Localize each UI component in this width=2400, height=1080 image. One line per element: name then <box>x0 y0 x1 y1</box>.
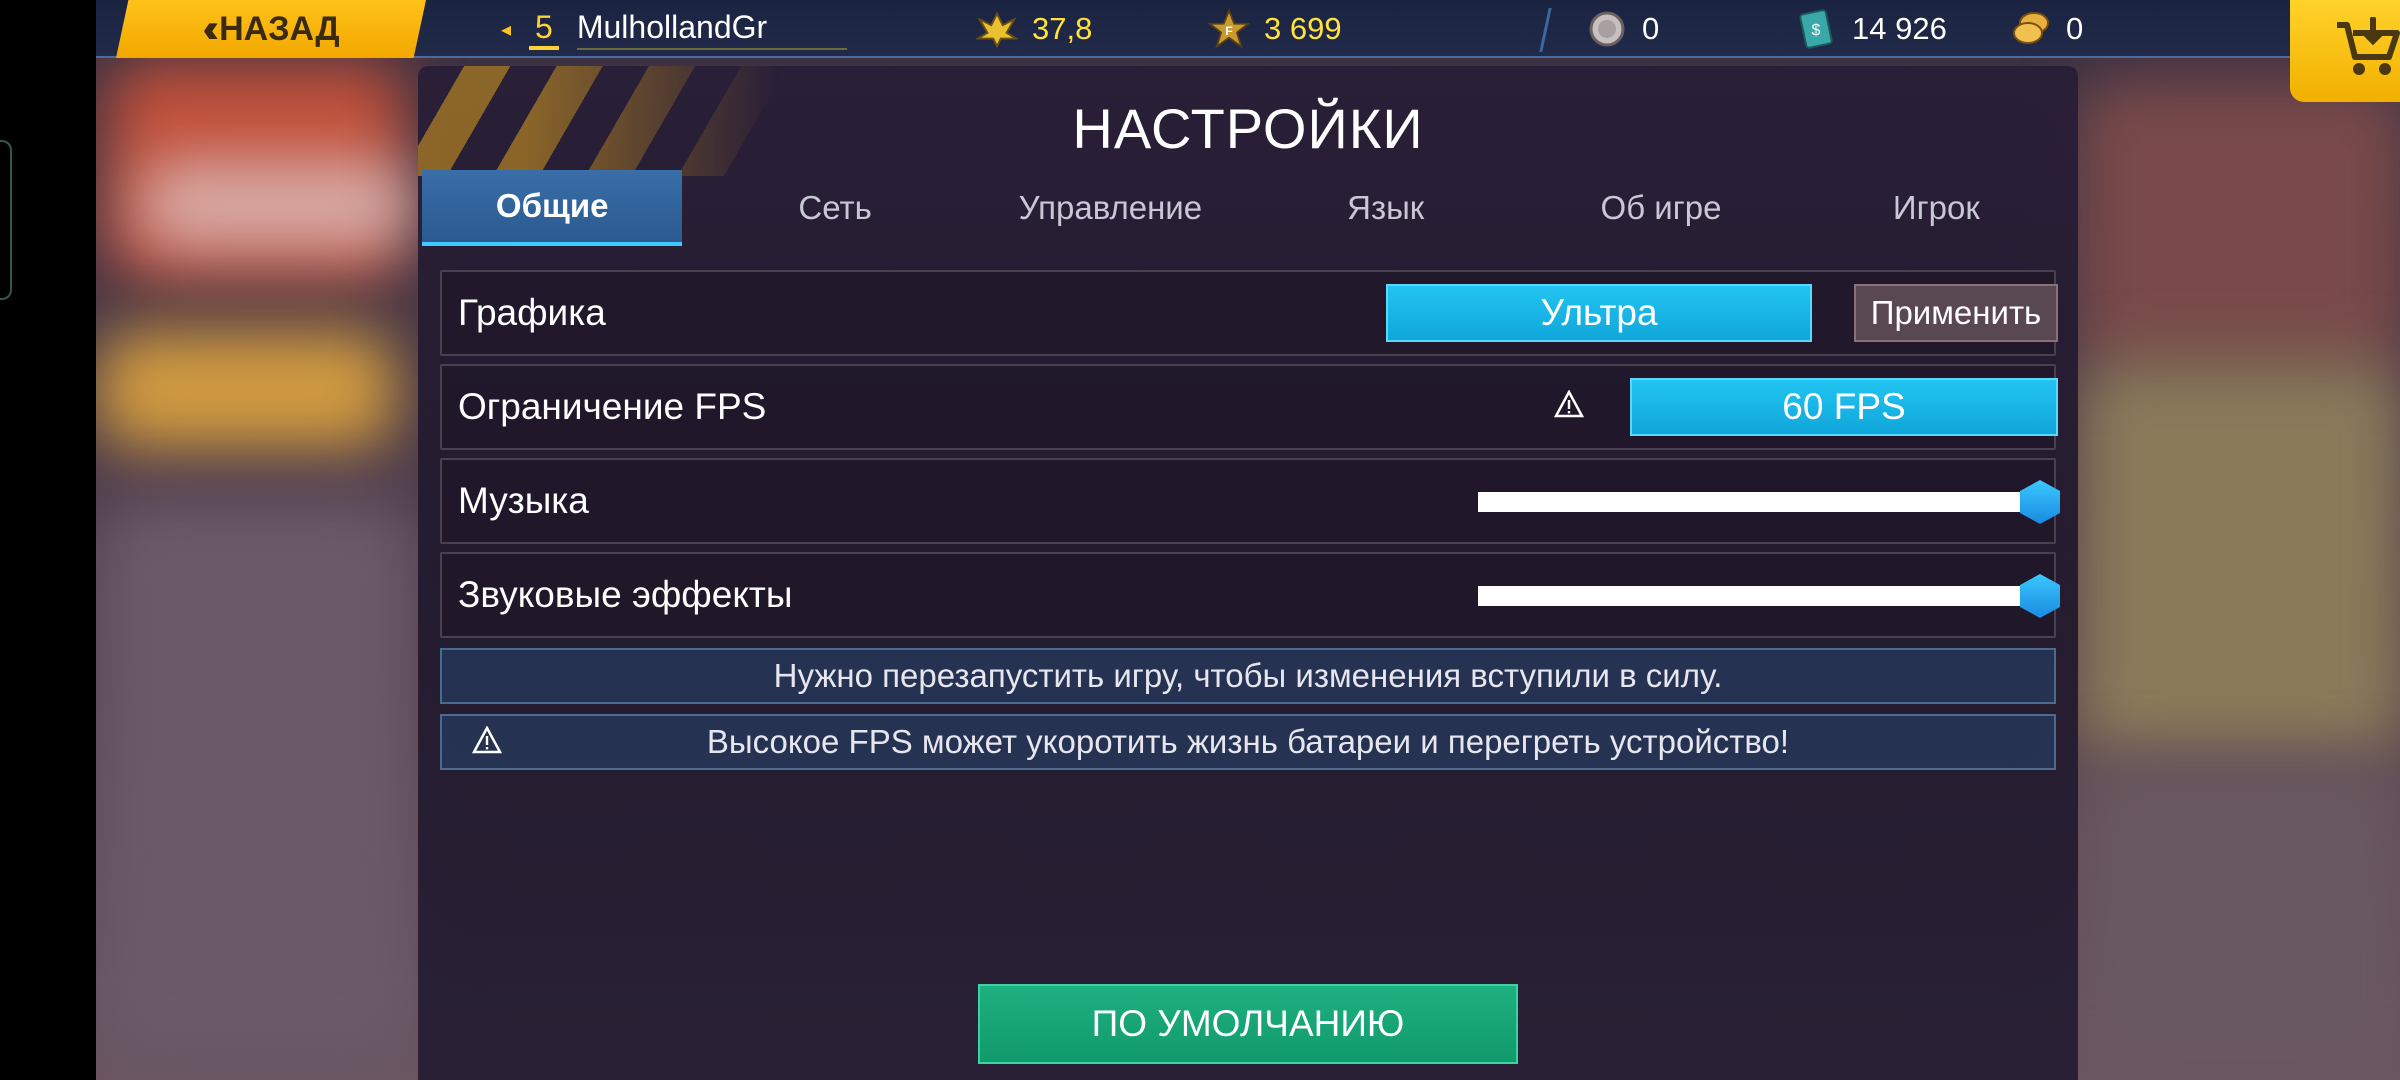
tab-language[interactable]: Язык <box>1248 170 1523 246</box>
stat-rating[interactable]: 37,8 <box>976 0 1092 58</box>
tab-player[interactable]: Игрок <box>1799 170 2074 246</box>
sfx-row: Звуковые эффекты <box>440 552 2060 638</box>
slider-knob[interactable] <box>2020 574 2060 618</box>
double-chevron-left-icon: ‹‹ <box>202 6 218 51</box>
warning-icon <box>1553 389 1585 426</box>
music-slider[interactable] <box>1478 480 2060 524</box>
back-button[interactable]: ‹‹ НАЗАД <box>116 0 426 58</box>
silver-coin-icon <box>1586 8 1628 50</box>
settings-title: НАСТРОЙКИ <box>1072 97 1424 160</box>
stat-cash-value: 14 926 <box>1852 11 1947 46</box>
apply-button[interactable]: Применить <box>1854 284 2058 342</box>
stat-fame[interactable]: F 3 699 <box>1208 0 1342 58</box>
stat-silver-value: 0 <box>1642 11 1660 46</box>
player-level: 5 <box>529 9 559 50</box>
tab-network[interactable]: Сеть <box>697 170 972 246</box>
stat-gold[interactable]: 0 <box>2010 0 2083 58</box>
svg-text:F: F <box>1225 24 1233 38</box>
fps-warning-note: Высокое FPS может укоротить жизнь батаре… <box>440 714 2056 770</box>
player-info[interactable]: ◂ 5 MulhollandGr <box>501 0 847 58</box>
sfx-label: Звуковые эффекты <box>458 574 793 615</box>
bg-blob <box>96 330 396 450</box>
sfx-slider[interactable] <box>1478 574 2060 618</box>
cash-icon: $ <box>1796 8 1838 50</box>
settings-tabs: Общие Сеть Управление Язык Об игре Игрок <box>422 170 2074 246</box>
graphics-label: Графика <box>458 292 606 333</box>
fps-label: Ограничение FPS <box>458 386 767 427</box>
bg-blob <box>96 500 416 1060</box>
stat-gold-value: 0 <box>2066 11 2084 46</box>
settings-panel: НАСТРОЙКИ Общие Сеть Управление Язык Об … <box>418 66 2078 1080</box>
stat-silver[interactable]: 0 <box>1586 0 1659 58</box>
tab-about[interactable]: Об игре <box>1523 170 1798 246</box>
restart-note: Нужно перезапустить игру, чтобы изменени… <box>440 648 2056 704</box>
graphics-quality-selector[interactable]: Ультра <box>1386 284 1812 342</box>
music-label: Музыка <box>458 480 589 521</box>
stat-fame-value: 3 699 <box>1264 11 1342 46</box>
slider-fill <box>1478 586 2040 606</box>
stat-rating-value: 37,8 <box>1032 11 1093 46</box>
restart-note-text: Нужно перезапустить игру, чтобы изменени… <box>773 657 1723 694</box>
player-name: MulhollandGr <box>576 9 847 50</box>
tab-controls[interactable]: Управление <box>973 170 1248 246</box>
gold-coins-icon <box>2010 8 2052 50</box>
bg-blob <box>2076 80 2400 380</box>
tab-general[interactable]: Общие <box>422 170 683 246</box>
arrow-left-icon: ◂ <box>501 18 512 41</box>
divider <box>1539 8 1552 52</box>
star-badge-icon: F <box>1208 8 1250 50</box>
stat-cash[interactable]: $ 14 926 <box>1796 0 1947 58</box>
fps-selector[interactable]: 60 FPS <box>1630 378 2058 436</box>
bg-blob <box>2076 360 2400 760</box>
shopping-cart-icon <box>2333 15 2400 86</box>
music-row: Музыка <box>440 458 2060 544</box>
svg-text:$: $ <box>1812 22 1821 39</box>
bg-blob <box>136 160 416 250</box>
slider-fill <box>1478 492 2040 512</box>
shop-button[interactable] <box>2290 0 2400 102</box>
fps-row: Ограничение FPS 60 FPS <box>440 364 2058 450</box>
top-bar: ‹‹ НАЗАД ◂ 5 MulhollandGr 37,8 F 3 699 0… <box>96 0 2400 102</box>
graphics-row: Графика Ультра Применить <box>440 270 2058 356</box>
reset-defaults-button[interactable]: ПО УМОЛЧАНИЮ <box>978 984 1518 1064</box>
side-handle[interactable] <box>0 140 12 300</box>
warning-icon <box>471 725 503 762</box>
rank-wings-icon <box>976 8 1018 50</box>
bg-blob <box>2076 760 2400 1080</box>
slider-knob[interactable] <box>2020 480 2060 524</box>
back-label: НАЗАД <box>219 9 340 48</box>
fps-warning-text: Высокое FPS может укоротить жизнь батаре… <box>706 723 1790 760</box>
